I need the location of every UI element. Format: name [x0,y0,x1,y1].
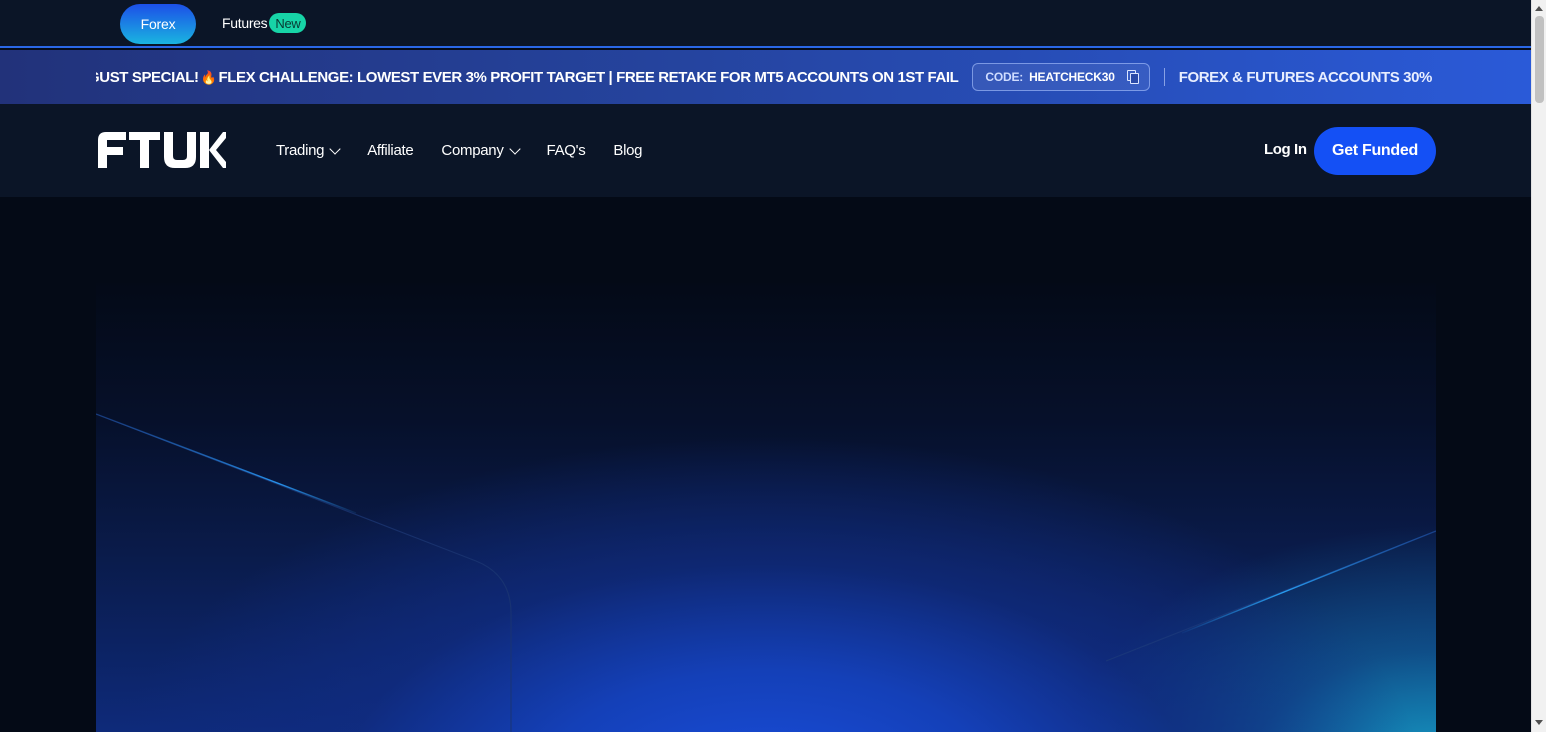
futures-tab[interactable]: Futures New [222,12,307,34]
nav-item-label: Company [441,142,504,159]
scroll-down-arrow-icon[interactable] [1535,720,1543,725]
promo-main-text: FLEX CHALLENGE: LOWEST EVER 3% PROFIT TA… [218,68,959,86]
chevron-down-icon [508,142,521,155]
promo-text: GUST SPECIAL! 🔥 FLEX CHALLENGE: LOWEST EVE… [96,68,959,86]
futures-tab-label: Futures [222,15,268,31]
nav-item-label: Trading [276,142,325,159]
nav-item-blog[interactable]: Blog [613,142,642,159]
login-link[interactable]: Log In [1264,141,1307,159]
new-badge: New [269,13,307,33]
promo-prefix: GUST SPECIAL! [96,68,199,86]
fire-icon: 🔥 [200,69,217,85]
get-funded-button[interactable]: Get Funded [1314,127,1436,175]
promo-divider [1163,68,1165,86]
market-switcher-bar: Forex Futures New [0,0,1531,48]
nav-item-label: Blog [613,142,643,159]
nav-item-trading[interactable]: Trading [276,142,341,159]
nav-links: Trading Affiliate Company FAQ's Blog [276,104,643,197]
promo-code-label: CODE: [985,70,1024,84]
promo-secondary-text: FOREX & FUTURES ACCOUNTS 30% OFF [1178,68,1435,86]
ftuk-logo[interactable] [96,130,226,170]
nav-item-faqs[interactable]: FAQ's [547,142,586,159]
nav-item-company[interactable]: Company [441,142,521,159]
hero-decorative-lines [96,413,1436,732]
promo-code-value: HEATCHECK30 [1029,70,1115,84]
promo-code-button[interactable]: CODE: HEATCHECK30 [972,63,1150,91]
promo-banner: GUST SPECIAL! 🔥 FLEX CHALLENGE: LOWEST EVE… [0,50,1531,104]
forex-tab[interactable]: Forex [120,4,196,44]
scrollbar-thumb[interactable] [1535,16,1544,103]
copy-icon[interactable] [1126,70,1139,84]
promo-ticker: GUST SPECIAL! 🔥 FLEX CHALLENGE: LOWEST EVE… [96,50,1435,104]
vertical-scrollbar[interactable] [1531,0,1546,732]
scroll-up-arrow-icon[interactable] [1535,6,1543,11]
nav-item-affiliate[interactable]: Affiliate [367,142,414,159]
nav-item-label: FAQ's [546,142,586,159]
nav-item-label: Affiliate [367,142,414,159]
chevron-down-icon [329,142,341,155]
page: Forex Futures New GUST SPECIAL! 🔥 FLEX CHA… [0,0,1546,732]
